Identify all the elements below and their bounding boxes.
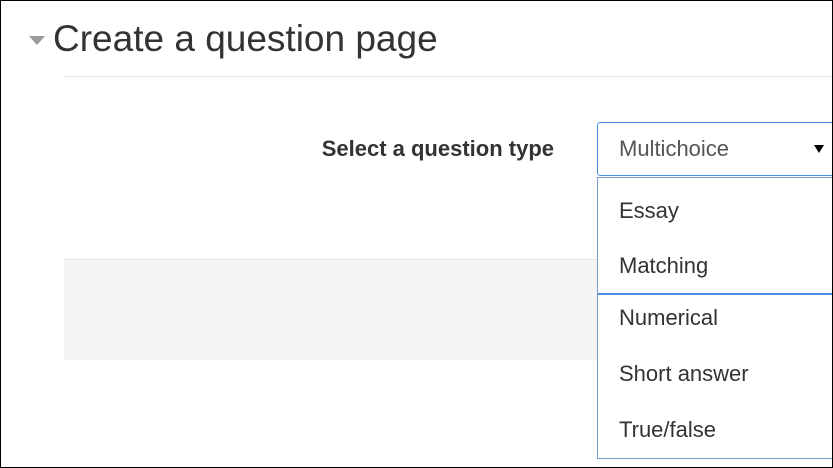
dropdown-arrow-icon — [814, 145, 824, 153]
question-type-label: Select a question type — [321, 136, 554, 161]
page-frame: Create a question page Select a question… — [0, 0, 833, 468]
form-footer-band — [64, 259, 597, 360]
option-essay[interactable]: Essay — [598, 185, 832, 237]
header-divider — [64, 76, 832, 77]
select-value: Multichoice — [619, 136, 730, 161]
option-matching[interactable]: Matching — [598, 240, 832, 292]
option-short-answer[interactable]: Short answer — [598, 348, 832, 400]
option-true-false[interactable]: True/false — [598, 404, 832, 456]
chevron-down-icon[interactable] — [29, 35, 45, 45]
section-title: Create a question page — [53, 18, 438, 59]
section-header[interactable]: Create a question page — [29, 15, 438, 63]
question-type-select[interactable]: Multichoice — [597, 122, 832, 176]
question-type-dropdown: Essay Matching Numerical Short answer Tr… — [597, 177, 832, 459]
option-numerical[interactable]: Numerical — [598, 292, 832, 344]
